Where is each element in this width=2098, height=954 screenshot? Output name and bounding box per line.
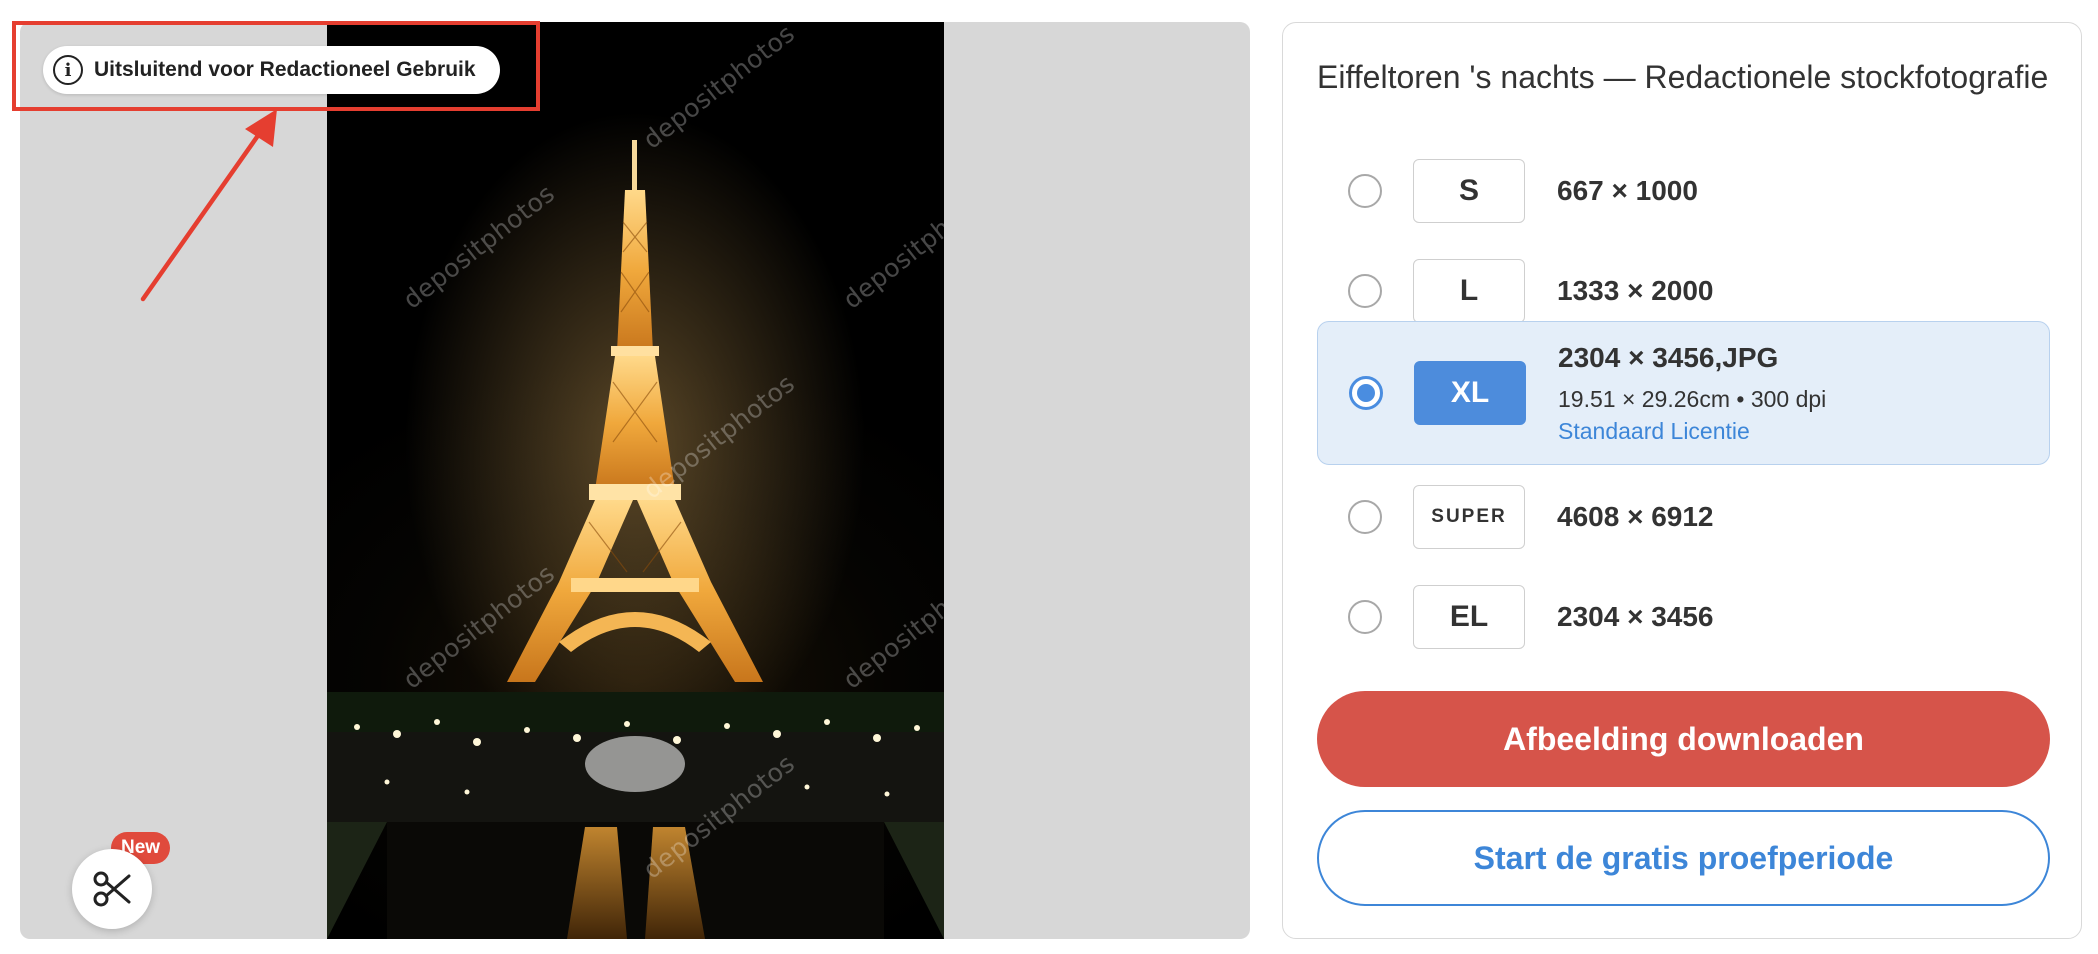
size-chip: XL <box>1414 361 1526 425</box>
size-radio[interactable] <box>1348 600 1382 634</box>
purchase-options-panel: Eiffeltoren 's nachts — Redactionele sto… <box>1282 22 2082 939</box>
size-chip: EL <box>1413 585 1525 649</box>
size-option-s[interactable]: S 667 × 1000 <box>1317 140 2050 242</box>
eiffel-tower-illustration <box>327 112 944 939</box>
start-free-trial-button[interactable]: Start de gratis proefperiode <box>1317 810 2050 906</box>
size-chip: S <box>1413 159 1525 223</box>
annotation-arrow-icon <box>140 109 277 302</box>
size-radio-selected[interactable] <box>1349 376 1383 410</box>
annotation-highlight-box <box>12 21 540 111</box>
size-dimensions: 667 × 1000 <box>1557 175 1698 206</box>
size-chip: L <box>1413 259 1525 323</box>
download-image-button[interactable]: Afbeelding downloaden <box>1317 691 2050 787</box>
size-radio[interactable] <box>1348 500 1382 534</box>
size-radio[interactable] <box>1348 174 1382 208</box>
photo-eiffel-tower-night[interactable]: depositphotos depositphotos depositphoto… <box>327 22 944 939</box>
size-print-detail: 19.51 × 29.26cm • 300 dpi <box>1558 386 1827 412</box>
license-link[interactable]: Standaard Licentie <box>1558 418 1750 445</box>
size-chip: SUPER <box>1413 485 1525 549</box>
size-dimensions: 4608 × 6912 <box>1557 501 1714 532</box>
size-dimensions: 2304 × 3456,JPG <box>1558 342 1779 373</box>
size-option-el[interactable]: EL 2304 × 3456 <box>1317 566 2050 668</box>
size-dimensions: 2304 × 3456 <box>1557 601 1714 632</box>
scissors-tool-button[interactable] <box>72 849 152 929</box>
size-option-xl[interactable]: XL 2304 × 3456,JPG 19.51 × 29.26cm • 300… <box>1317 321 2050 465</box>
size-radio[interactable] <box>1348 274 1382 308</box>
photo-title: Eiffeltoren 's nachts — Redactionele sto… <box>1317 59 2049 95</box>
size-option-super[interactable]: SUPER 4608 × 6912 <box>1317 466 2050 568</box>
size-dimensions: 1333 × 2000 <box>1557 275 1714 306</box>
scissors-icon <box>93 871 131 907</box>
